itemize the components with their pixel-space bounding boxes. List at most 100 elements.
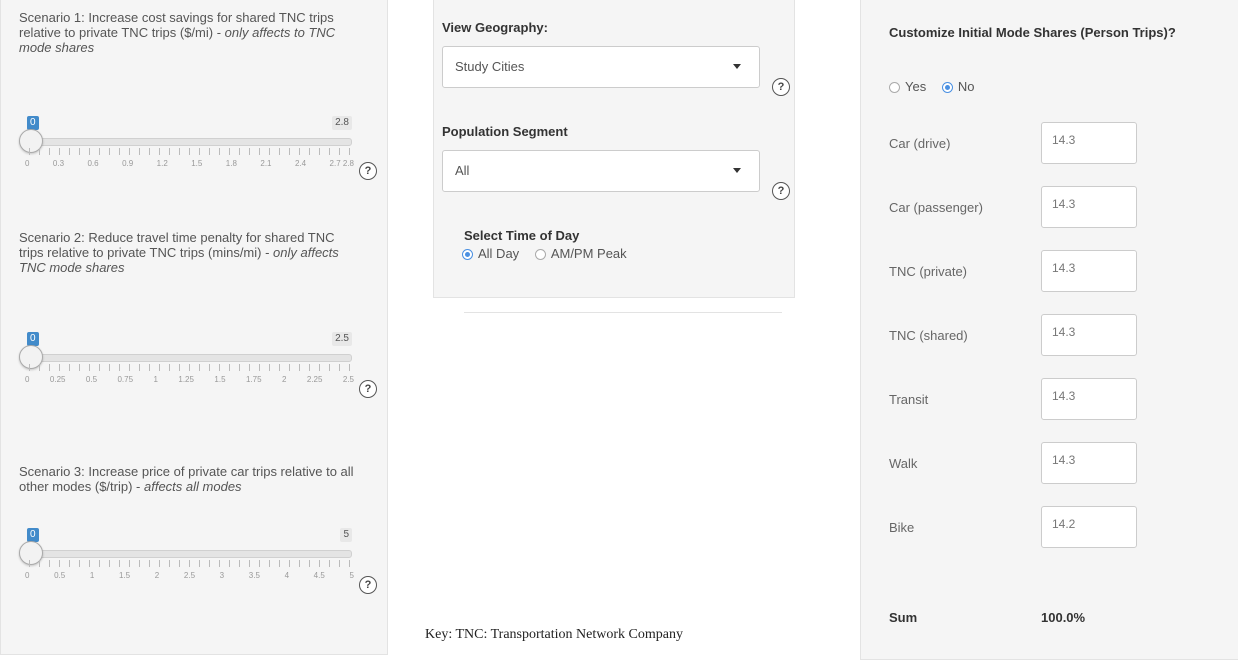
- scenario-1-ticks: [29, 148, 352, 155]
- mode-label: Transit: [889, 392, 929, 407]
- scenario-2-slider[interactable]: 0 2.5 0 0.25 0.5 0.75 1 1.25 1.5 1.75 2 …: [19, 332, 354, 404]
- tick-label: 1.8: [225, 159, 237, 168]
- scenario-1-slider[interactable]: 0 2.8 0 0.3 0.6 0.9 1.2 1.5 1.8 2.1 2.4 …: [19, 116, 354, 188]
- tick-label: 0.25: [49, 375, 66, 384]
- customize-options: Yes No: [889, 79, 986, 94]
- tick-label: 0.5: [54, 571, 66, 580]
- tick-label: 0: [25, 375, 30, 384]
- mode-input[interactable]: 14.3: [1041, 378, 1137, 420]
- scenario-2-min-badge: 0: [27, 332, 39, 346]
- radio-unselected-icon: [534, 249, 546, 261]
- tick-label: 1: [89, 571, 95, 580]
- tick-label: 2.5: [342, 375, 354, 384]
- mode-label: Car (drive): [889, 136, 951, 151]
- scenario-1-tick-labels: 0 0.3 0.6 0.9 1.2 1.5 1.8 2.1 2.4 2.7 2.…: [25, 159, 354, 168]
- mode-row-car-passenger: Car (passenger) 14.3: [889, 186, 1189, 230]
- tick-label: 1.5: [214, 375, 226, 384]
- scenario-2-tick-labels: 0 0.25 0.5 0.75 1 1.25 1.5 1.75 2 2.25 2…: [25, 375, 354, 384]
- scenario-3-help-icon[interactable]: ?: [359, 576, 377, 594]
- population-value: All: [455, 163, 470, 178]
- radio-am-pm-peak[interactable]: AM/PM Peak: [534, 246, 627, 261]
- radio-label: AM/PM Peak: [550, 246, 627, 261]
- tick-label: 2.4: [294, 159, 307, 168]
- scenario-2-help-icon[interactable]: ?: [359, 380, 377, 398]
- population-label: Population Segment: [442, 124, 568, 139]
- chevron-down-icon: [733, 168, 741, 173]
- tick-label: 2: [281, 375, 287, 384]
- scenario-2-label: Scenario 2: Reduce travel time penalty f…: [19, 230, 359, 275]
- tick-label: 3: [219, 571, 225, 580]
- tick-label: 4.5: [313, 571, 325, 580]
- geography-help-icon[interactable]: ?: [772, 78, 790, 96]
- radio-label: All Day: [478, 246, 520, 261]
- radio-selected-icon: [462, 249, 473, 261]
- radio-label: Yes: [905, 79, 927, 94]
- scenario-3-italic-note: affects all modes: [144, 479, 242, 494]
- tick-label: 0.9: [122, 159, 134, 168]
- radio-no[interactable]: No: [941, 79, 975, 94]
- mode-label: TNC (shared): [889, 328, 968, 343]
- radio-yes[interactable]: Yes: [889, 79, 926, 94]
- mode-input[interactable]: 14.3: [1041, 442, 1137, 484]
- population-select[interactable]: All: [442, 150, 760, 192]
- mode-input[interactable]: 14.3: [1041, 314, 1137, 356]
- geography-select[interactable]: Study Cities: [442, 46, 760, 88]
- time-of-day-options: All Day AM/PM Peak: [462, 246, 639, 261]
- mode-row-bike: Bike 14.2: [889, 506, 1189, 550]
- tick-label: 1.75: [245, 375, 262, 384]
- mode-input[interactable]: 14.3: [1041, 122, 1137, 164]
- tick-label: 1.25: [178, 375, 194, 384]
- chevron-down-icon: [733, 64, 741, 69]
- scenario-1-help-icon[interactable]: ?: [359, 162, 377, 180]
- radio-selected-icon: [941, 82, 953, 94]
- sum-label: Sum: [889, 610, 918, 625]
- scenario-3-ticks: [29, 560, 352, 567]
- tick-label: 5: [349, 571, 354, 580]
- radio-all-day[interactable]: All Day: [462, 246, 519, 261]
- mode-input[interactable]: 14.3: [1041, 250, 1137, 292]
- tick-label: 2.1: [260, 159, 272, 168]
- tick-label: 4: [284, 571, 290, 580]
- mode-row-transit: Transit 14.3: [889, 378, 1189, 422]
- geography-label: View Geography:: [442, 20, 548, 35]
- mode-label: Walk: [889, 456, 918, 471]
- tick-label: 3.5: [248, 571, 260, 580]
- radio-unselected-icon: [889, 82, 900, 94]
- tick-label: 1: [153, 375, 158, 384]
- tick-label: 1.5: [119, 571, 131, 580]
- mode-row-tnc-shared: TNC (shared) 14.3: [889, 314, 1189, 358]
- mode-label: TNC (private): [889, 264, 968, 279]
- mode-label: Car (passenger): [889, 200, 983, 215]
- mode-label: Bike: [889, 520, 915, 535]
- scenario-3-track[interactable]: [29, 550, 352, 558]
- sum-value: 100.0%: [1041, 610, 1086, 625]
- scenario-1-max-badge: 2.8: [332, 116, 352, 130]
- mode-row-car-drive: Car (drive) 14.3: [889, 122, 1189, 166]
- tick-label: 0.3: [52, 159, 65, 168]
- scenario-2-max-badge: 2.5: [332, 332, 352, 346]
- tick-label: 2.5: [183, 571, 196, 580]
- scenario-panel: Scenario 1: Increase cost savings for sh…: [0, 0, 388, 655]
- mode-input[interactable]: 14.3: [1041, 186, 1137, 228]
- scenario-2-track[interactable]: [29, 354, 352, 362]
- scenario-3-slider[interactable]: 0 5 0 0.5 1 1.5 2 2.5 3 3.5 4 4.5 5: [19, 528, 354, 600]
- tick-label: 1.2: [156, 159, 168, 168]
- tick-label: 2.7 2.8: [329, 159, 354, 168]
- scenario-2-ticks: [29, 364, 352, 371]
- tick-label: 0: [25, 571, 30, 580]
- scenario-3-min-badge: 0: [27, 528, 39, 542]
- scenario-1-track[interactable]: [29, 138, 352, 146]
- mode-row-walk: Walk 14.3: [889, 442, 1189, 486]
- tick-label: 1.5: [191, 159, 203, 168]
- radio-label: No: [957, 79, 975, 94]
- customize-label: Customize Initial Mode Shares (Person Tr…: [889, 25, 1176, 40]
- key-note: Key: TNC: Transportation Network Company: [425, 627, 683, 642]
- tick-label: 0.5: [85, 375, 98, 384]
- mode-row-tnc-private: TNC (private) 14.3: [889, 250, 1189, 294]
- scenario-3-label: Scenario 3: Increase price of private ca…: [19, 464, 359, 494]
- mode-input[interactable]: 14.2: [1041, 506, 1137, 548]
- population-help-icon[interactable]: ?: [772, 182, 790, 200]
- scenario-1-label: Scenario 1: Increase cost savings for sh…: [19, 10, 359, 55]
- geography-value: Study Cities: [455, 59, 525, 74]
- time-of-day-label: Select Time of Day: [464, 228, 580, 243]
